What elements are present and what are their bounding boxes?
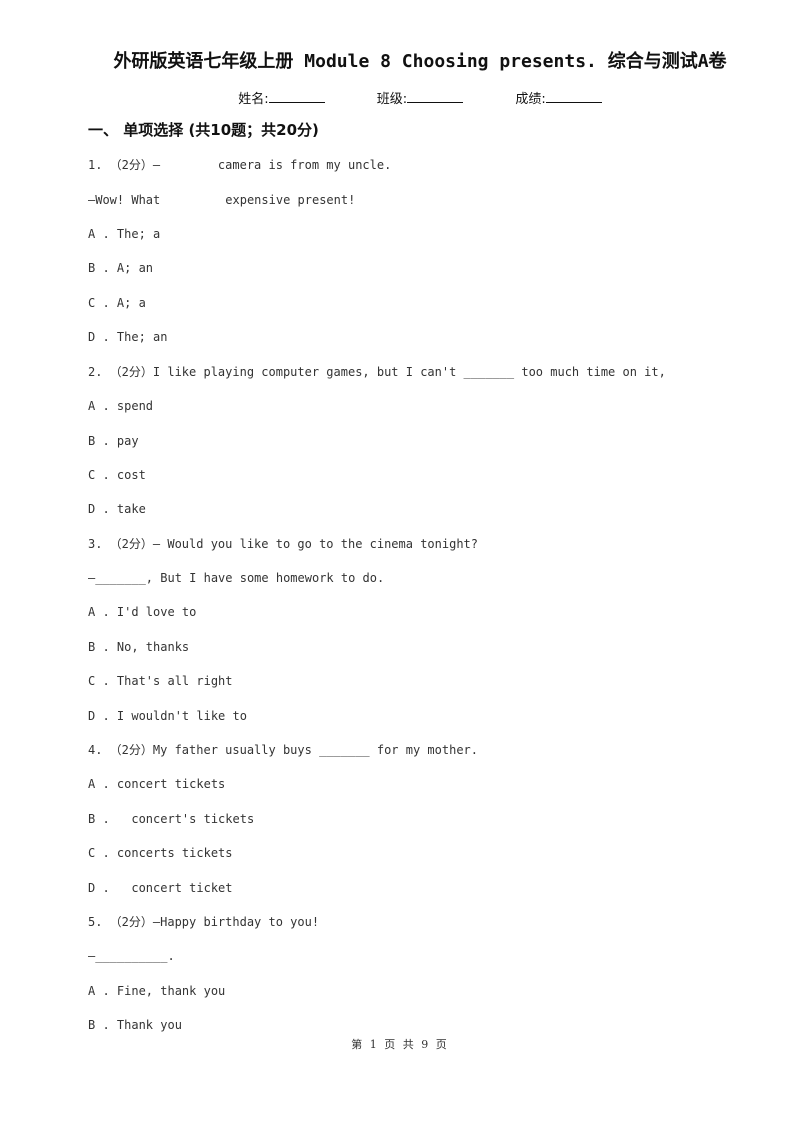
score-label: 成绩: — [515, 92, 546, 107]
exam-page: 外研版英语七年级上册 Module 8 Choosing presents. 综… — [0, 0, 800, 1132]
question-2-option-d[interactable]: D . take — [88, 502, 146, 516]
section-heading: 一、 单项选择 (共10题；共20分) — [88, 121, 319, 139]
question-2-option-b[interactable]: B . pay — [88, 434, 139, 448]
question-2-option-a[interactable]: A . spend — [88, 399, 153, 413]
question-1-reply: —Wow! What expensive present! — [88, 193, 356, 207]
question-3-option-b[interactable]: B . No, thanks — [88, 640, 189, 654]
question-4-option-d[interactable]: D . concert ticket — [88, 881, 233, 895]
question-5-reply: —__________. — [88, 949, 175, 963]
name-field: 姓名: — [238, 88, 325, 107]
exam-title: 外研版英语七年级上册 Module 8 Choosing presents. 综… — [113, 51, 727, 72]
name-blank[interactable] — [268, 90, 325, 103]
question-4-option-c[interactable]: C . concerts tickets — [88, 846, 233, 860]
question-3-option-a[interactable]: A . I'd love to — [88, 605, 196, 619]
question-4-option-a[interactable]: A . concert tickets — [88, 777, 225, 791]
question-4-stem: 4. （2分）My father usually buys _______ fo… — [88, 743, 479, 757]
class-blank[interactable] — [407, 90, 464, 103]
question-3-reply: —_______, But I have some homework to do… — [88, 571, 385, 585]
question-5-option-b[interactable]: B . Thank you — [88, 1018, 182, 1032]
question-1-option-b[interactable]: B . A; an — [88, 261, 153, 275]
page-number: 第 1 页 共 9 页 — [351, 1038, 449, 1051]
student-info: 姓名: 班级: 成绩: — [0, 88, 800, 107]
question-5-stem: 5. （2分）—Happy birthday to you! — [88, 915, 320, 929]
question-2-stem: 2. （2分）I like playing computer games, bu… — [88, 365, 666, 379]
question-5-option-a[interactable]: A . Fine, thank you — [88, 984, 225, 998]
class-field: 班级: — [376, 88, 464, 107]
question-3-stem: 3. （2分）— Would you like to go to the cin… — [88, 537, 479, 551]
question-1-stem: 1. （2分）— camera is from my uncle. — [88, 158, 392, 172]
question-1-option-a[interactable]: A . The; a — [88, 227, 160, 241]
question-4-option-b[interactable]: B . concert's tickets — [88, 812, 254, 826]
question-1-option-c[interactable]: C . A; a — [88, 296, 146, 310]
class-label: 班级: — [376, 92, 408, 107]
name-label: 姓名: — [238, 92, 269, 107]
score-blank[interactable] — [545, 90, 602, 103]
score-field: 成绩: — [515, 88, 602, 107]
question-1-option-d[interactable]: D . The; an — [88, 330, 167, 344]
question-3-option-d[interactable]: D . I wouldn't like to — [88, 709, 247, 723]
question-2-option-c[interactable]: C . cost — [88, 468, 146, 482]
question-3-option-c[interactable]: C . That's all right — [88, 674, 233, 688]
